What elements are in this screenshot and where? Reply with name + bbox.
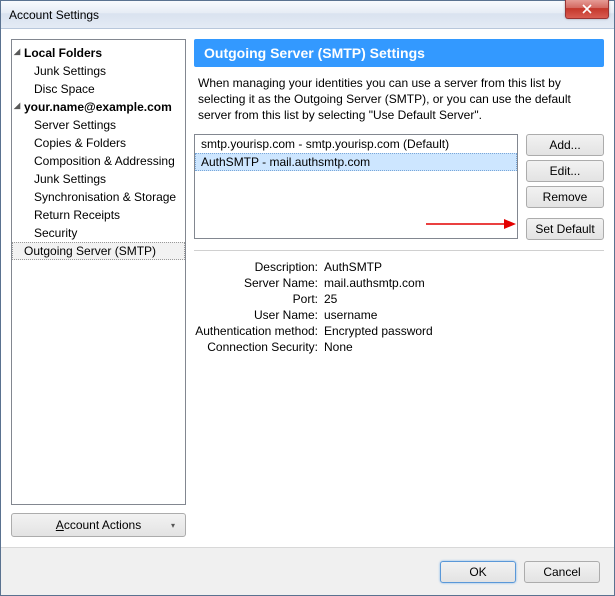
close-button[interactable] [565, 0, 609, 19]
tree-disc-space[interactable]: Disc Space [12, 80, 185, 98]
server-buttons: Add... Edit... Remove Set Default [526, 134, 604, 240]
server-details: Description: AuthSMTP Server Name: mail.… [194, 250, 604, 355]
detail-label: User Name: [194, 308, 324, 322]
panel-heading: Outgoing Server (SMTP) Settings [194, 39, 604, 67]
panel-description: When managing your identities you can us… [194, 67, 604, 134]
detail-label: Port: [194, 292, 324, 306]
detail-value: None [324, 340, 604, 354]
detail-label: Connection Security: [194, 340, 324, 354]
detail-value: Encrypted password [324, 324, 604, 338]
tree-server-settings[interactable]: Server Settings [12, 116, 185, 134]
content-area: Local Folders Junk Settings Disc Space y… [1, 29, 614, 547]
detail-label: Server Name: [194, 276, 324, 290]
detail-label: Authentication method: [194, 324, 324, 338]
detail-auth-method: Authentication method: Encrypted passwor… [194, 323, 604, 339]
detail-port: Port: 25 [194, 291, 604, 307]
chevron-down-icon: ▾ [171, 521, 175, 530]
account-tree[interactable]: Local Folders Junk Settings Disc Space y… [11, 39, 186, 505]
detail-user-name: User Name: username [194, 307, 604, 323]
account-settings-window: Account Settings Local Folders Junk Sett… [0, 0, 615, 596]
tree-composition[interactable]: Composition & Addressing [12, 152, 185, 170]
detail-value: username [324, 308, 604, 322]
cancel-button[interactable]: Cancel [524, 561, 600, 583]
window-title: Account Settings [1, 8, 99, 22]
detail-value: 25 [324, 292, 604, 306]
edit-button[interactable]: Edit... [526, 160, 604, 182]
tree-return-receipts[interactable]: Return Receipts [12, 206, 185, 224]
tree-account[interactable]: your.name@example.com [12, 98, 185, 116]
detail-conn-security: Connection Security: None [194, 339, 604, 355]
remove-button[interactable]: Remove [526, 186, 604, 208]
server-list-item-default[interactable]: smtp.yourisp.com - smtp.yourisp.com (Def… [195, 135, 517, 153]
server-area: smtp.yourisp.com - smtp.yourisp.com (Def… [194, 134, 604, 240]
tree-junk-settings-2[interactable]: Junk Settings [12, 170, 185, 188]
tree-junk-settings[interactable]: Junk Settings [12, 62, 185, 80]
detail-server-name: Server Name: mail.authsmtp.com [194, 275, 604, 291]
smtp-server-list[interactable]: smtp.yourisp.com - smtp.yourisp.com (Def… [194, 134, 518, 239]
account-actions-label: Account Actions [56, 518, 141, 532]
left-pane: Local Folders Junk Settings Disc Space y… [11, 39, 186, 537]
right-pane: Outgoing Server (SMTP) Settings When man… [194, 39, 604, 537]
tree-sync-storage[interactable]: Synchronisation & Storage [12, 188, 185, 206]
tree-outgoing-smtp[interactable]: Outgoing Server (SMTP) [12, 242, 185, 260]
detail-value: AuthSMTP [324, 260, 604, 274]
add-button[interactable]: Add... [526, 134, 604, 156]
tree-security[interactable]: Security [12, 224, 185, 242]
close-icon [582, 4, 592, 14]
titlebar[interactable]: Account Settings [1, 1, 614, 29]
dialog-footer: OK Cancel [1, 547, 614, 595]
server-list-item-authsmtp[interactable]: AuthSMTP - mail.authsmtp.com [195, 153, 517, 171]
detail-label: Description: [194, 260, 324, 274]
ok-button[interactable]: OK [440, 561, 516, 583]
set-default-button[interactable]: Set Default [526, 218, 604, 240]
detail-value: mail.authsmtp.com [324, 276, 604, 290]
account-actions-button[interactable]: Account Actions ▾ [11, 513, 186, 537]
tree-copies-folders[interactable]: Copies & Folders [12, 134, 185, 152]
detail-description: Description: AuthSMTP [194, 259, 604, 275]
tree-local-folders[interactable]: Local Folders [12, 44, 185, 62]
